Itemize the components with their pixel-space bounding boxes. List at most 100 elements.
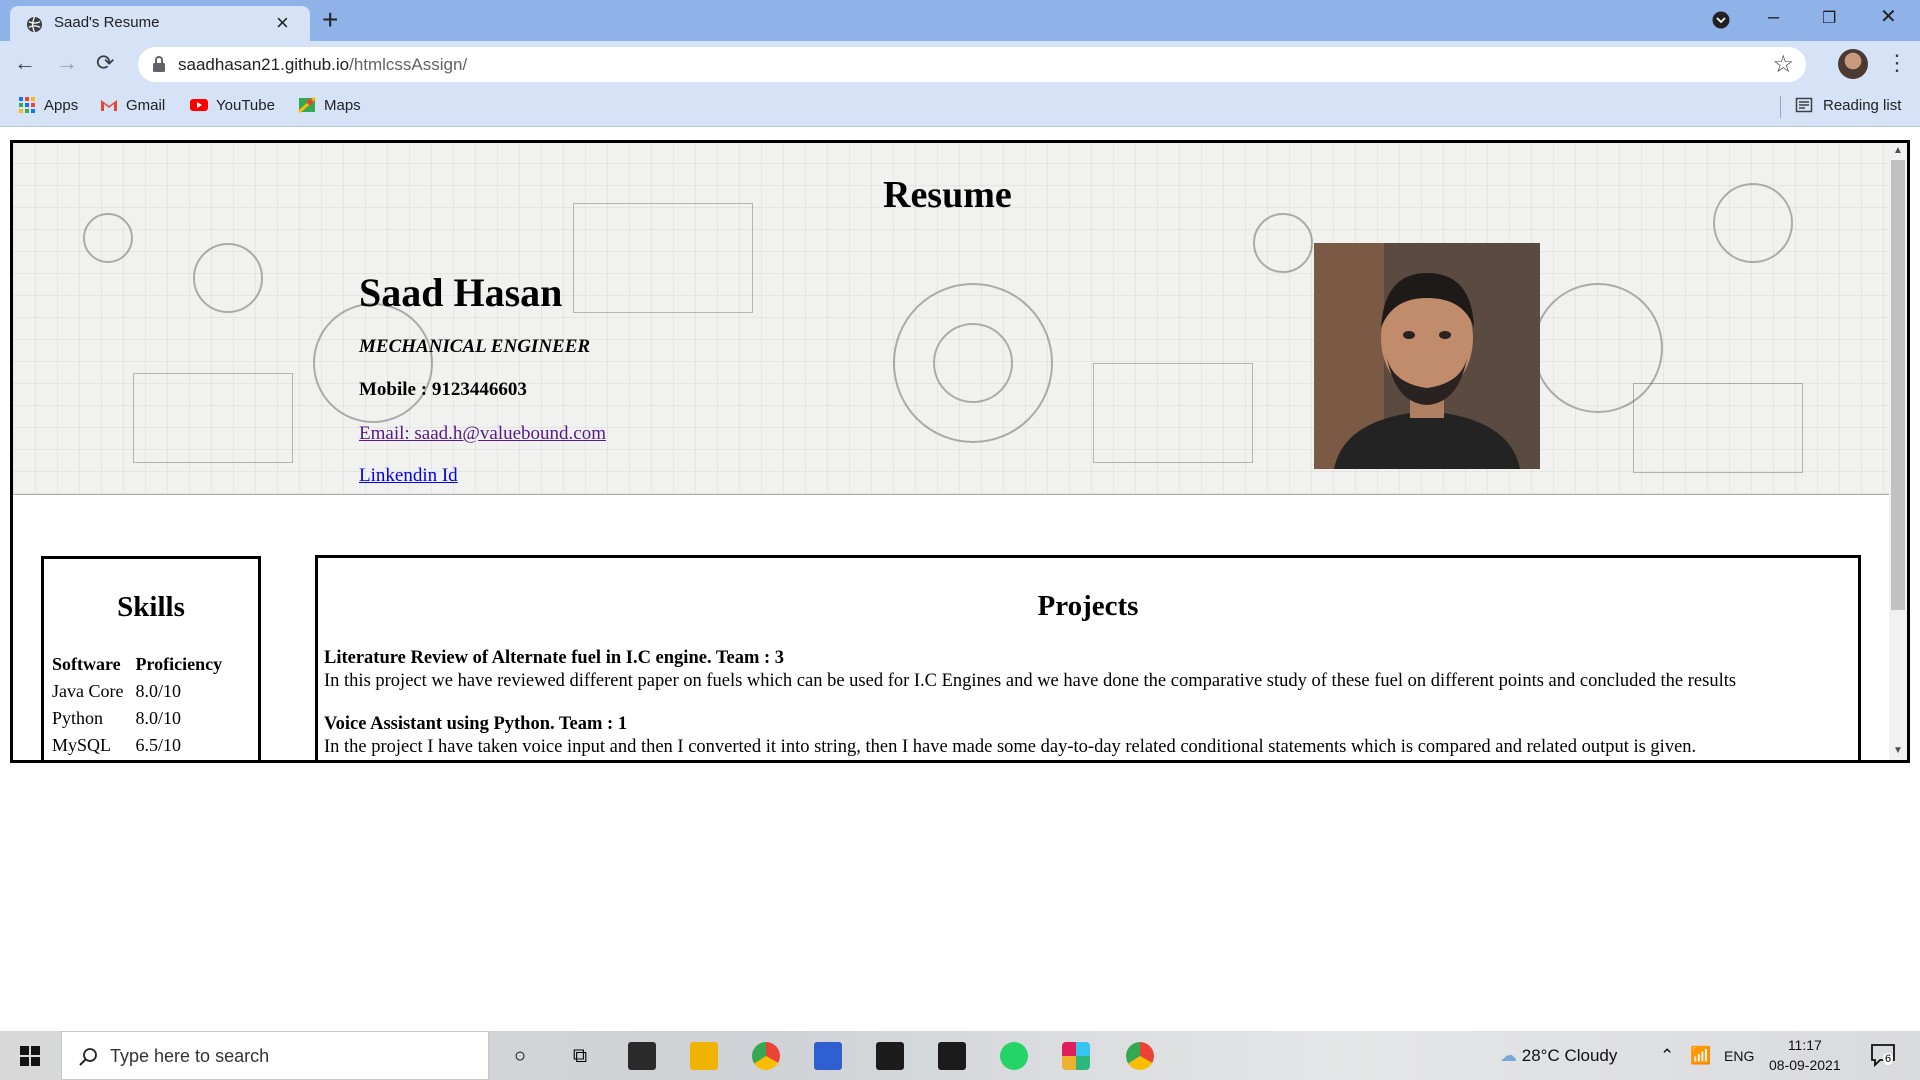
bookmarks-divider xyxy=(1780,96,1781,118)
skill-name: Python xyxy=(52,708,104,728)
table-row: Python 8.0/10 xyxy=(52,708,234,735)
mobile-number: Mobile : 9123446603 xyxy=(359,379,527,400)
projects-title: Projects xyxy=(1037,590,1139,622)
new-tab-icon[interactable]: + xyxy=(322,4,338,36)
taskbar-clock[interactable]: 11:17 08-09-2021 xyxy=(1769,1035,1841,1075)
youtube-icon xyxy=(190,99,208,111)
bookmark-gmail[interactable]: Gmail xyxy=(100,96,165,114)
bookmark-label: Maps xyxy=(324,96,361,114)
taskbar-search-box[interactable]: Type here to search xyxy=(61,1031,489,1080)
project-heading: Voice Assistant using Python. Team : 1 xyxy=(324,714,628,734)
skill-name: MySQL xyxy=(52,735,112,755)
tab-search-icon[interactable] xyxy=(1712,11,1730,29)
minimize-icon[interactable]: – xyxy=(1768,4,1779,30)
language-indicator[interactable]: ENG xyxy=(1724,1048,1754,1064)
apps-grid-icon xyxy=(19,97,35,113)
browser-menu-icon[interactable]: ⋮ xyxy=(1886,50,1908,76)
wifi-icon[interactable]: 📶 xyxy=(1690,1046,1711,1066)
intellij-icon[interactable] xyxy=(938,1042,966,1070)
candidate-name: Saad Hasan xyxy=(359,270,563,315)
windows-taskbar: Type here to search ○ ⧉ ☁ 28°C Cloudy ⌃ … xyxy=(0,1031,1920,1080)
skill-proficiency: 8.0/10 xyxy=(135,681,181,701)
bookmark-maps[interactable]: Maps xyxy=(298,96,361,114)
back-icon[interactable]: ← xyxy=(14,48,36,78)
cloud-icon: ☁ xyxy=(1500,1046,1517,1065)
profile-avatar[interactable] xyxy=(1838,49,1868,79)
project-heading: Literature Review of Alternate fuel in I… xyxy=(324,648,785,668)
notification-count: 6 xyxy=(1883,1053,1894,1065)
forward-icon[interactable]: → xyxy=(56,48,78,78)
bookmark-label: YouTube xyxy=(216,96,275,114)
gear-drawing-decoration xyxy=(933,323,1013,403)
slack-icon[interactable] xyxy=(1062,1042,1090,1070)
pycharm-icon[interactable] xyxy=(876,1042,904,1070)
address-bar[interactable]: saadhasan21.github.io/htmlcssAssign/ ☆ xyxy=(138,47,1806,82)
bookmark-youtube[interactable]: YouTube xyxy=(190,96,275,114)
bookmark-label: Gmail xyxy=(126,96,166,114)
skill-proficiency: 6.5/10 xyxy=(135,735,181,755)
lock-icon xyxy=(153,56,165,72)
url-text: saadhasan21.github.io/htmlcssAssign/ xyxy=(178,55,468,74)
content-scrollbar[interactable]: ▲ ▼ xyxy=(1889,143,1907,760)
file-explorer-icon[interactable] xyxy=(690,1042,718,1070)
bookmark-label: Apps xyxy=(44,96,79,114)
skill-proficiency: 8.0/10 xyxy=(135,708,181,728)
page-title: Resume xyxy=(883,174,1012,216)
skills-section: Skills Software Proficiency Java Core 8.… xyxy=(41,556,261,760)
chrome-active-icon[interactable] xyxy=(1126,1042,1154,1070)
project-description: In the project I have taken voice input … xyxy=(324,737,1697,757)
task-view-icon[interactable]: ⧉ xyxy=(566,1042,594,1070)
scroll-up-arrow-icon[interactable]: ▲ xyxy=(1893,145,1903,156)
close-window-icon[interactable]: ✕ xyxy=(1880,4,1897,30)
email-link[interactable]: Email: saad.h@valuebound.com xyxy=(359,423,606,445)
tab-title: Saad's Resume xyxy=(54,14,160,31)
gear-drawing-decoration xyxy=(313,303,433,423)
projects-section: Projects Literature Review of Alternate … xyxy=(315,555,1861,760)
weather-widget[interactable]: ☁ 28°C Cloudy xyxy=(1500,1046,1617,1066)
bookmark-star-icon[interactable]: ☆ xyxy=(1772,50,1794,79)
part-drawing-decoration xyxy=(573,203,753,313)
reload-icon[interactable]: ⟳ xyxy=(96,48,114,78)
gmail-icon xyxy=(101,100,117,111)
browser-tab-strip: Saad's Resume × + – ❐ ✕ xyxy=(0,0,1920,41)
windows-start-icon[interactable] xyxy=(20,1046,40,1066)
part-drawing-decoration xyxy=(133,373,293,463)
browser-tab[interactable]: Saad's Resume × xyxy=(10,6,310,41)
table-row: Java Core 8.0/10 xyxy=(52,681,234,708)
notification-center[interactable]: 6 xyxy=(1870,1043,1896,1068)
table-row: MySQL 6.5/10 xyxy=(52,735,234,760)
ms-app-icon[interactable] xyxy=(814,1042,842,1070)
gear-drawing-decoration xyxy=(193,243,263,313)
resume-container: Resume Saad Hasan MECHANICAL ENGINEER Mo… xyxy=(10,140,1910,763)
linkedin-link[interactable]: Linkendin Id xyxy=(359,465,458,487)
clock-date: 08-09-2021 xyxy=(1769,1057,1841,1073)
gear-drawing-decoration xyxy=(1713,183,1793,263)
bookmark-apps[interactable]: Apps xyxy=(18,96,78,114)
gear-drawing-decoration xyxy=(83,213,133,263)
chevron-up-icon[interactable]: ⌃ xyxy=(1660,1046,1674,1066)
reading-list-icon xyxy=(1795,97,1813,113)
store-icon[interactable] xyxy=(628,1042,656,1070)
scrollbar-thumb[interactable] xyxy=(1891,160,1905,610)
search-icon xyxy=(79,1048,97,1066)
page-viewport: Resume Saad Hasan MECHANICAL ENGINEER Mo… xyxy=(0,128,1920,1031)
cortana-icon[interactable]: ○ xyxy=(506,1042,534,1070)
bookmarks-bar: Apps Gmail YouTube Maps Reading list xyxy=(0,88,1920,127)
project-item: Literature Review of Alternate fuel in I… xyxy=(324,647,1736,693)
clock-time: 11:17 xyxy=(1787,1037,1822,1053)
restore-icon[interactable]: ❐ xyxy=(1822,6,1836,32)
candidate-role: MECHANICAL ENGINEER xyxy=(359,336,591,357)
whatsapp-icon[interactable] xyxy=(1000,1042,1028,1070)
part-drawing-decoration xyxy=(1093,363,1253,463)
project-item: Voice Assistant using Python. Team : 1 I… xyxy=(324,713,1696,759)
gear-drawing-decoration xyxy=(1253,213,1313,273)
project-description: In this project we have reviewed differe… xyxy=(324,671,1737,691)
reading-list-button[interactable]: Reading list xyxy=(1795,96,1901,114)
scroll-down-arrow-icon[interactable]: ▼ xyxy=(1893,745,1903,756)
chrome-icon[interactable] xyxy=(752,1042,780,1070)
skills-table: Software Proficiency Java Core 8.0/10 Py… xyxy=(52,654,234,760)
maps-icon xyxy=(298,96,316,114)
close-tab-icon[interactable]: × xyxy=(276,9,289,37)
browser-toolbar: ← → ⟳ saadhasan21.github.io/htmlcssAssig… xyxy=(0,41,1920,88)
skill-name: Java Core xyxy=(52,681,124,701)
